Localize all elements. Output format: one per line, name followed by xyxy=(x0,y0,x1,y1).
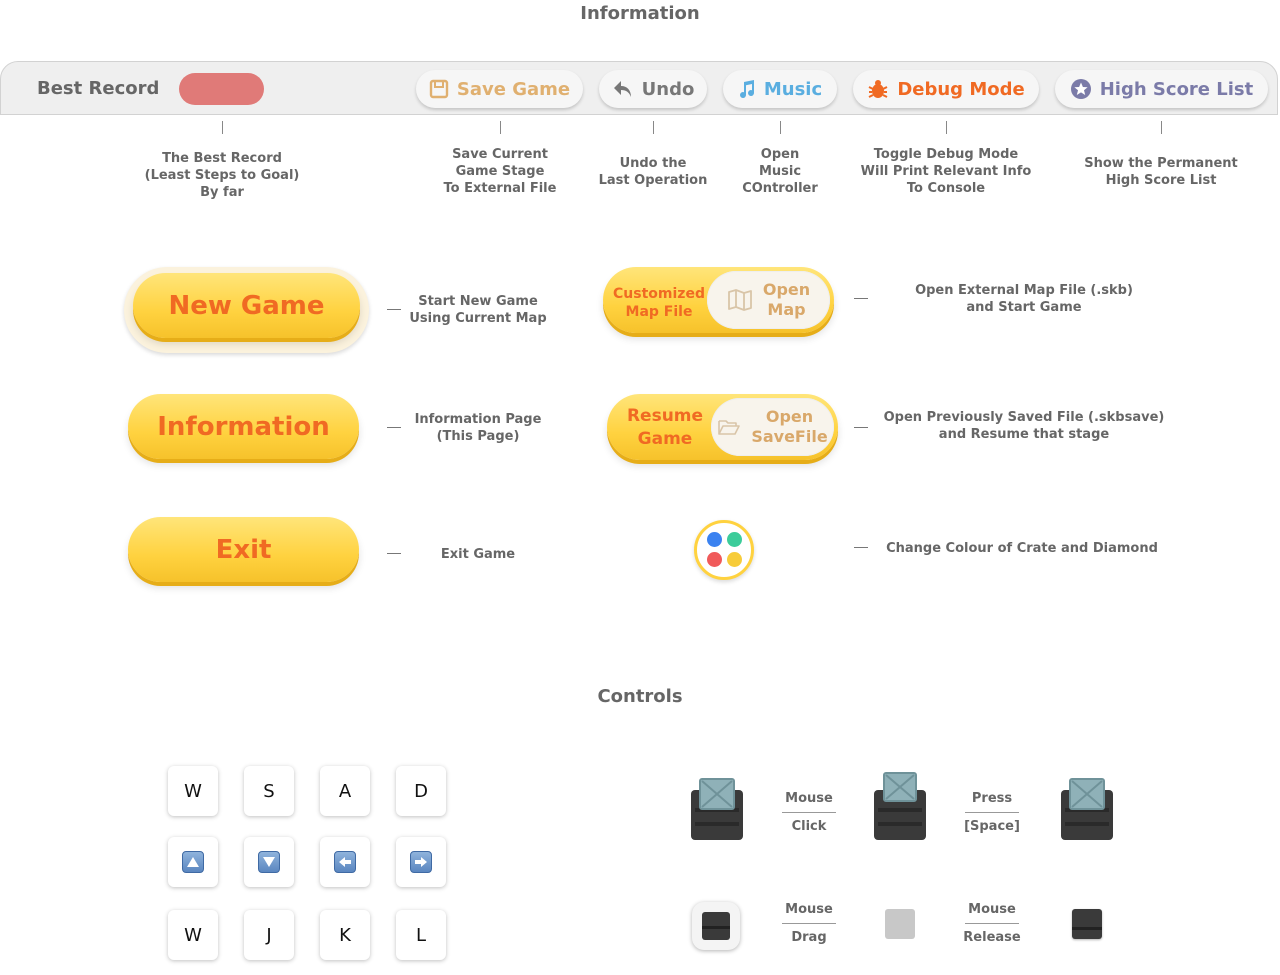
new-game-description: Start New Game Using Current Map xyxy=(409,294,547,326)
controls-title: Controls xyxy=(597,686,683,707)
mouse-click-label: Mouse xyxy=(785,791,833,806)
new-game-button[interactable]: New Game xyxy=(133,273,360,338)
connector-tick xyxy=(780,121,781,134)
best-record-label: Best Record xyxy=(37,78,160,99)
key-right xyxy=(396,837,446,887)
customized-map-label: Customized Map File xyxy=(613,286,705,320)
down-arrow-icon xyxy=(258,851,280,873)
high-score-list-button[interactable]: High Score List xyxy=(1055,70,1268,108)
connector-dash xyxy=(387,553,401,554)
star-badge-icon xyxy=(1070,78,1092,100)
divider xyxy=(965,812,1019,813)
connector-dash xyxy=(854,547,868,548)
key-j: J xyxy=(244,910,294,960)
save-game-button[interactable]: Save Game xyxy=(416,70,583,108)
selected-tile-icon xyxy=(692,902,740,950)
high-score-description: Show the Permanent High Score List xyxy=(1084,156,1238,188)
key-down xyxy=(244,837,294,887)
connector-dash xyxy=(854,298,868,299)
undo-button[interactable]: Undo xyxy=(599,70,707,108)
change-colour-button[interactable] xyxy=(694,520,754,580)
save-icon xyxy=(429,79,449,99)
music-description: Open Music COntroller xyxy=(742,147,818,196)
press-space-action: [Space] xyxy=(964,819,1020,834)
resume-game-label: Resume Game xyxy=(626,406,704,449)
exit-description: Exit Game xyxy=(440,547,516,562)
connector-tick xyxy=(653,121,654,134)
save-game-description: Save Current Game Stage To External File xyxy=(443,147,557,196)
placed-tile-icon xyxy=(1072,909,1102,939)
mouse-release-label: Mouse xyxy=(968,902,1016,917)
best-record-description: The Best Record (Least Steps to Goal) By f… xyxy=(144,151,300,200)
press-space-label: Press xyxy=(971,791,1013,806)
connector-tick xyxy=(1161,121,1162,134)
connector-tick xyxy=(222,121,223,134)
crate-on-block-icon xyxy=(690,778,744,846)
debug-mode-label: Debug Mode xyxy=(897,78,1025,100)
connector-tick xyxy=(946,121,947,134)
music-button[interactable]: Music xyxy=(723,70,837,108)
divider xyxy=(965,923,1019,924)
information-description: Information Page (This Page) xyxy=(414,412,542,444)
mouse-drag-label: Mouse xyxy=(785,902,833,917)
key-left xyxy=(320,837,370,887)
yellow-dot-icon xyxy=(727,552,742,567)
key-a: A xyxy=(320,766,370,816)
best-record-value xyxy=(179,73,264,105)
key-w-alt: W xyxy=(168,910,218,960)
up-arrow-icon xyxy=(182,851,204,873)
open-map-label: Open Map xyxy=(762,280,811,319)
undo-description: Undo the Last Operation xyxy=(598,156,708,188)
resume-game-description: Open Previously Saved File (.skbsave) and… xyxy=(883,410,1165,442)
exit-button[interactable]: Exit xyxy=(128,517,359,582)
key-s: S xyxy=(244,766,294,816)
key-d: D xyxy=(396,766,446,816)
open-savefile-button[interactable]: Open SaveFile xyxy=(711,398,834,456)
left-arrow-icon xyxy=(334,851,356,873)
right-arrow-icon xyxy=(410,851,432,873)
divider xyxy=(782,923,836,924)
open-map-button[interactable]: Open Map xyxy=(707,271,830,329)
information-button[interactable]: Information xyxy=(128,394,359,459)
music-label: Music xyxy=(763,78,823,100)
divider xyxy=(782,812,836,813)
undo-label: Undo xyxy=(641,78,695,100)
crate-raised-icon xyxy=(873,772,927,846)
connector-tick xyxy=(500,121,501,134)
open-savefile-label: Open SaveFile xyxy=(751,407,828,446)
blue-dot-icon xyxy=(707,532,722,547)
key-w: W xyxy=(168,766,218,816)
crate-on-block-icon xyxy=(1060,778,1114,846)
map-icon xyxy=(727,288,753,312)
ghost-tile-icon xyxy=(885,909,915,939)
connector-dash xyxy=(854,427,868,428)
high-score-list-label: High Score List xyxy=(1099,78,1254,100)
green-dot-icon xyxy=(727,532,742,547)
key-k: K xyxy=(320,910,370,960)
page-title: Information xyxy=(580,3,700,24)
folder-open-icon xyxy=(717,417,741,437)
music-note-icon xyxy=(738,79,756,99)
change-colour-description: Change Colour of Crate and Diamond xyxy=(886,541,1158,556)
customized-map-description: Open External Map File (.skb) and Start G… xyxy=(915,283,1133,315)
mouse-click-action: Click xyxy=(791,819,827,834)
key-up xyxy=(168,837,218,887)
undo-icon xyxy=(612,79,634,99)
debug-mode-description: Toggle Debug Mode Will Print Relevant Inf… xyxy=(860,147,1032,196)
debug-mode-button[interactable]: Debug Mode xyxy=(853,70,1039,108)
mouse-drag-action: Drag xyxy=(791,930,827,945)
red-dot-icon xyxy=(707,552,722,567)
mouse-release-action: Release xyxy=(963,930,1021,945)
save-game-label: Save Game xyxy=(456,78,571,100)
key-l: L xyxy=(396,910,446,960)
bug-icon xyxy=(867,78,889,100)
